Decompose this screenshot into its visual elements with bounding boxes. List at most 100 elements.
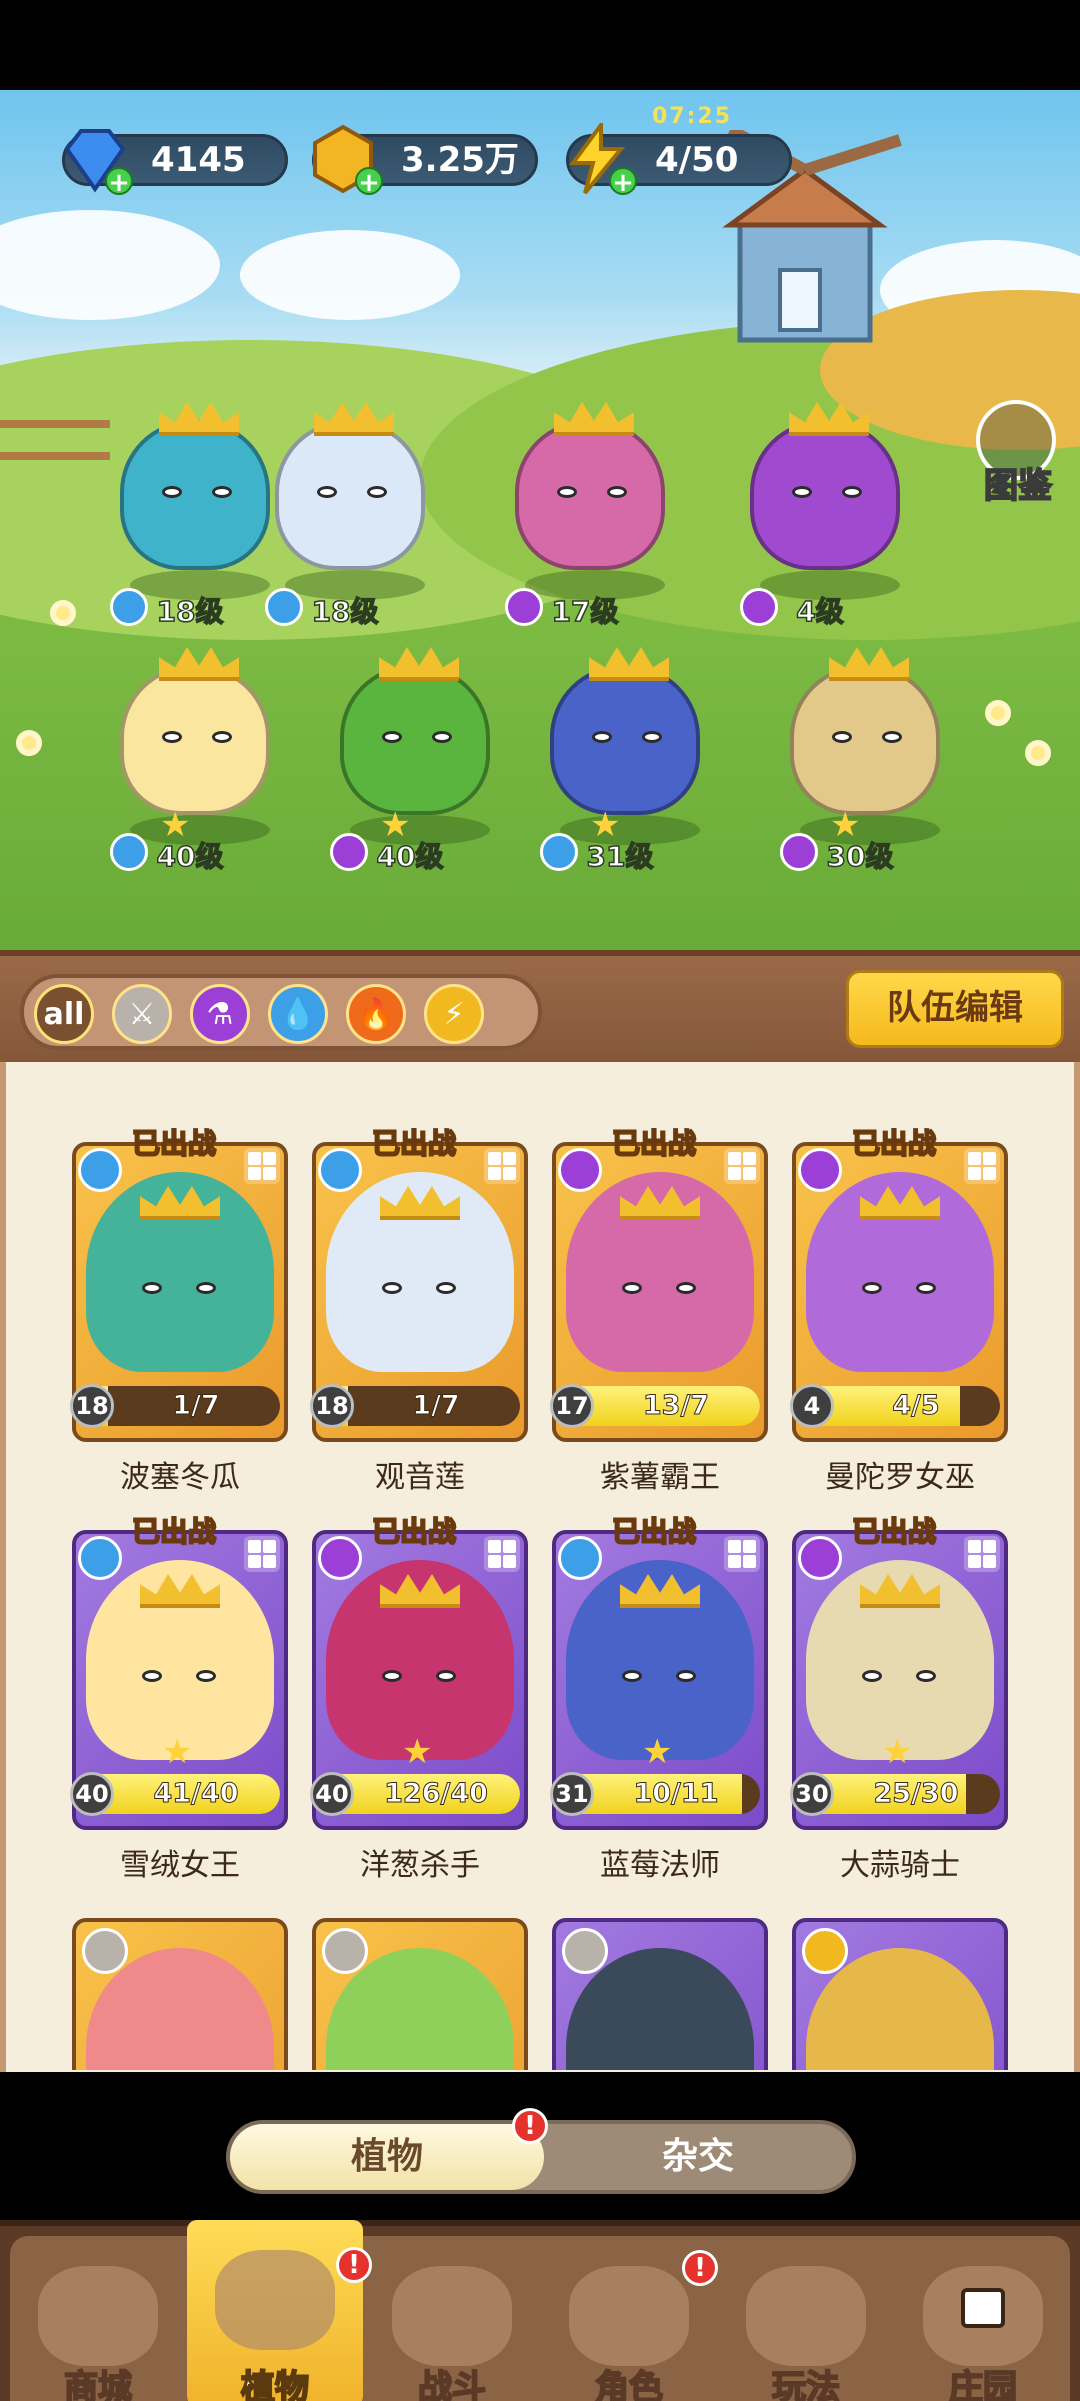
card-name: 大蒜骑士 <box>840 1848 960 1883</box>
card-scroll-area[interactable]: 已出战 18 1/7 波塞冬瓜 已出战 18 1/7 观音莲 已出战 17 13/7 紫薯霸王 已出战 4… <box>6 1062 1080 2070</box>
filter-all[interactable]: all <box>34 984 94 1044</box>
gold-counter[interactable]: + 3.25万 <box>312 124 538 197</box>
deployed-label: 已出战 <box>131 1514 217 1549</box>
lineup-unit[interactable]: 4级 <box>720 402 920 640</box>
water-element-icon <box>78 1536 122 1580</box>
unit-level: 4级 <box>796 594 845 629</box>
plant-portrait <box>806 1172 994 1372</box>
plant-card[interactable]: 已出战 17 13/7 紫薯霸王 <box>550 1122 768 1495</box>
nav-label: 角色 <box>594 2367 664 2401</box>
diamond-amount: 4145 <box>151 140 246 180</box>
card-progress: 41/40 <box>153 1778 239 1810</box>
add-diamond-icon[interactable]: + <box>105 167 133 197</box>
plant-card[interactable]: 已出战 4 4/5 曼陀罗女巫 <box>790 1122 1008 1495</box>
battle-icon <box>392 2266 512 2366</box>
shop-icon <box>38 2266 158 2366</box>
card-level: 30 <box>790 1772 834 1816</box>
role-icon <box>569 2266 689 2366</box>
card-progress: 4/5 <box>892 1390 940 1422</box>
card-progress: 126/40 <box>384 1778 489 1810</box>
plant-card[interactable]: ★ 已出战 31 10/11 蓝莓法师 <box>550 1510 768 1883</box>
lightning-element-icon <box>802 1928 848 1974</box>
plant-portrait <box>806 1560 994 1760</box>
card-progress: 1/7 <box>412 1390 460 1422</box>
role-nav-alert-badge: ! <box>682 2250 718 2286</box>
grid-size-icon <box>724 1536 760 1572</box>
card-level: 40 <box>310 1772 354 1816</box>
diamond-counter[interactable]: + 4145 <box>62 129 288 197</box>
lock-icon <box>961 2288 1005 2328</box>
unit-level: 18级 <box>311 594 379 629</box>
plant-portrait <box>566 1172 754 1372</box>
team-edit-button[interactable]: 队伍编辑 <box>846 970 1064 1048</box>
deployed-label: 已出战 <box>371 1514 457 1549</box>
add-energy-icon[interactable]: + <box>609 167 637 197</box>
add-gold-icon[interactable]: + <box>355 167 383 197</box>
card-progress: 13/7 <box>642 1390 710 1422</box>
nav-tab-gameplay[interactable]: 玩法 <box>718 2236 894 2401</box>
plant-card[interactable]: 已出战 18 1/7 波塞冬瓜 <box>70 1122 288 1495</box>
plant-portrait <box>326 1172 514 1372</box>
lineup-unit[interactable]: 17级 <box>485 402 685 640</box>
plant-figure <box>790 647 940 815</box>
nav-tab-plants[interactable]: 植物 <box>187 2220 363 2401</box>
filter-poison-icon[interactable]: ⚗ <box>190 984 250 1044</box>
unit-level: 30级 <box>826 839 894 874</box>
lineup-unit[interactable]: ★ 40级 <box>90 647 290 885</box>
codex-button[interactable]: 图鉴 <box>968 400 1062 510</box>
sword-element-icon <box>562 1928 608 1974</box>
lineup-unit[interactable]: ★ 40级 <box>310 647 510 885</box>
toggle-plants[interactable]: 植物 <box>230 2124 544 2190</box>
plant-card[interactable]: ★ 已出战 30 25/30 大蒜骑士 <box>790 1510 1008 1883</box>
nav-label: 植物 <box>240 2367 310 2401</box>
grid-size-icon <box>484 1148 520 1184</box>
plant-card[interactable]: ★ 已出战 40 41/40 雪绒女王 <box>70 1510 288 1883</box>
plant-card-partial[interactable] <box>312 1898 528 2070</box>
lineup-unit[interactable]: ★ 31级 <box>520 647 720 885</box>
poison-element-icon <box>318 1536 362 1580</box>
nav-label: 庄园 <box>948 2367 1018 2401</box>
plants-alert-badge: ! <box>512 2108 548 2144</box>
plant-card-partial[interactable] <box>552 1898 768 2070</box>
lineup-unit[interactable]: ★ 30级 <box>760 647 960 885</box>
nav-label: 战斗 <box>417 2367 487 2401</box>
filter-fire-icon[interactable]: 🔥 <box>346 984 406 1044</box>
plant-figure <box>550 647 700 815</box>
plant-card-list[interactable]: 已出战 18 1/7 波塞冬瓜 已出战 18 1/7 观音莲 已出战 17 13/7 紫薯霸王 已出战 4… <box>0 1062 1080 2072</box>
lineup-unit[interactable]: 18级 <box>245 402 445 640</box>
game-screen: + 4145 + 3.25万 + 4/50 07:25 图鉴 18级 18级 17级… <box>0 0 1080 2401</box>
card-level: 4 <box>790 1384 834 1428</box>
status-bar <box>0 0 1080 90</box>
poison-element-icon <box>798 1536 842 1580</box>
card-level: 40 <box>70 1772 114 1816</box>
card-name: 洋葱杀手 <box>360 1848 480 1883</box>
water-element-icon <box>318 1148 362 1192</box>
nav-tab-manor[interactable]: 庄园 <box>895 2236 1071 2401</box>
card-level: 31 <box>550 1772 594 1816</box>
energy-timer: 07:25 <box>652 104 733 129</box>
hybrid-nav-alert-badge: ! <box>336 2247 372 2283</box>
nav-tab-shop[interactable]: 商城 <box>10 2236 186 2401</box>
card-progress: 10/11 <box>633 1778 719 1810</box>
nav-tab-battle[interactable]: 战斗 <box>364 2236 540 2401</box>
bottom-nav: 商城 植物 战斗 角色 玩法 庄园 <box>0 2220 1080 2401</box>
toggle-hybrid[interactable]: 杂交 <box>544 2124 852 2190</box>
plant-card-partial[interactable] <box>72 1898 288 2070</box>
plant-card[interactable]: 已出战 18 1/7 观音莲 <box>310 1122 528 1495</box>
grid-size-icon <box>244 1148 280 1184</box>
filter-lightning-icon[interactable]: ⚡ <box>424 984 484 1044</box>
energy-counter[interactable]: + 4/50 <box>566 123 792 197</box>
resource-bar: + 4145 + 3.25万 + 4/50 <box>0 110 1080 210</box>
unit-level: 17级 <box>551 594 619 629</box>
unit-level: 31级 <box>586 839 654 874</box>
deployed-label: 已出战 <box>371 1126 457 1161</box>
star-icon: ★ <box>162 1732 193 1772</box>
gold-amount: 3.25万 <box>401 140 519 180</box>
plant-card-partial[interactable] <box>792 1898 1008 2070</box>
element-filter: all ⚔ ⚗ 💧 🔥 ⚡ <box>20 974 542 1050</box>
filter-sword-icon[interactable]: ⚔ <box>112 984 172 1044</box>
card-level: 18 <box>310 1384 354 1428</box>
plant-card[interactable]: ★ 已出战 40 126/40 洋葱杀手 <box>310 1510 528 1883</box>
card-level: 18 <box>70 1384 114 1428</box>
filter-water-icon[interactable]: 💧 <box>268 984 328 1044</box>
